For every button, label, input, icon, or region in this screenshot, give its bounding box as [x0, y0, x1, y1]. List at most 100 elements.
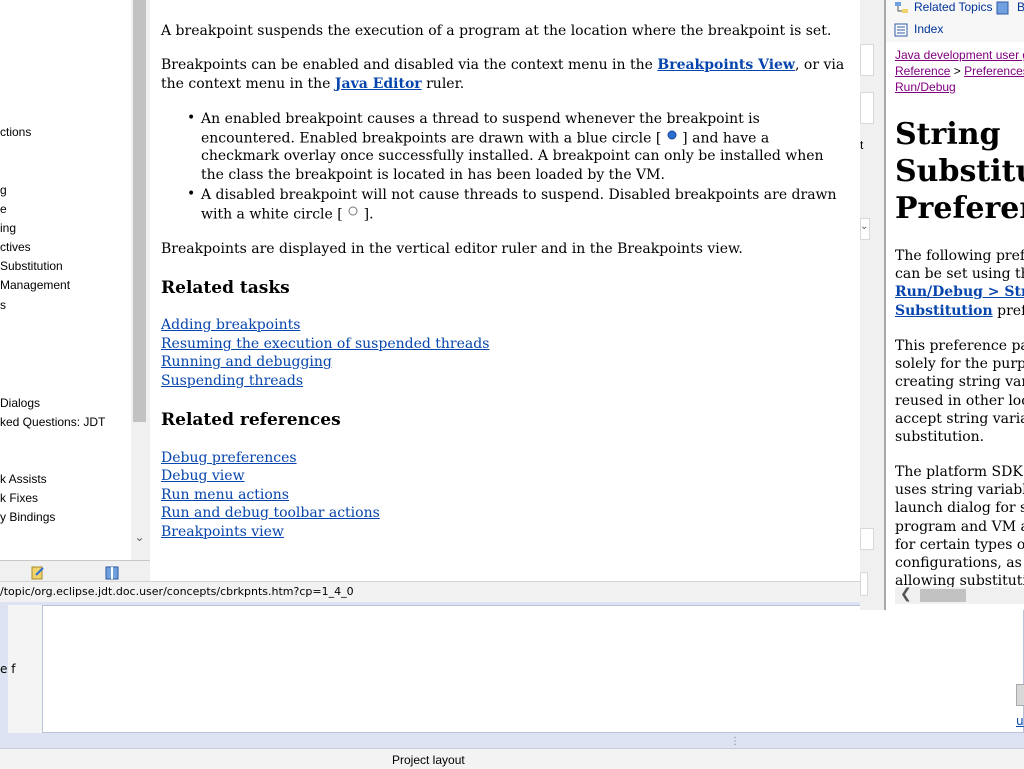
background-dialog-fragment: t ⌄ [860, 0, 884, 610]
text-line: can be set using the [895, 266, 1024, 283]
link-with-contents-icon[interactable] [30, 565, 46, 581]
breadcrumb-item[interactable]: Reference [895, 64, 950, 78]
string-substitution-link[interactable]: Substitution [895, 303, 993, 319]
bookmarks-tab[interactable]: B [1017, 0, 1024, 14]
related-topics-icon [894, 0, 910, 19]
text-line: accept string variabl [895, 410, 1024, 427]
bullet-marker: • [187, 186, 196, 202]
breadcrumb-separator: > [950, 64, 965, 78]
related-tasks-heading: Related tasks [161, 278, 290, 298]
background-field [860, 44, 874, 76]
disabled-breakpoint-item: A disabled breakpoint will not cause thr… [201, 186, 846, 223]
breadcrumb-item[interactable]: Run/Debug [895, 80, 956, 94]
text-line: creating string varia [895, 374, 1024, 391]
related-pane-hscrollbar-thumb[interactable] [920, 589, 966, 602]
toc-item[interactable]: ing [0, 221, 16, 235]
related-task-link[interactable]: Adding breakpoints [161, 317, 300, 333]
related-task-link[interactable]: Resuming the execution of suspended thre… [161, 336, 489, 352]
breadcrumb-item[interactable]: Preferences [964, 64, 1024, 78]
related-paragraph-2: This preference page solely for the purp… [895, 337, 1024, 446]
project-layout-label[interactable]: Project layout [392, 753, 465, 767]
paragraph-text: ruler. [421, 76, 465, 92]
related-reference-link[interactable]: Breakpoints view [161, 524, 284, 540]
background-button[interactable] [860, 528, 874, 550]
ruler-paragraph: Breakpoints are displayed in the vertica… [161, 241, 743, 257]
related-page-title: String Substituti Preferenc [895, 116, 1024, 227]
bullet-marker: • [187, 110, 196, 126]
intro-paragraph: A breakpoint suspends the execution of a… [161, 23, 832, 39]
background-dropdown[interactable]: ⌄ [860, 218, 870, 240]
breadcrumb: Java development user g Reference > Pref… [895, 47, 1024, 95]
text-line: uses string variables [895, 482, 1024, 499]
related-reference-link[interactable]: Debug preferences [161, 450, 297, 466]
toc-scrollbar-thumb[interactable] [133, 0, 146, 422]
text-line: configurations, as w [895, 555, 1024, 572]
toc-item[interactable]: ctions [0, 125, 31, 139]
related-reference-link[interactable]: Run and debug toolbar actions [161, 505, 380, 521]
related-reference-link[interactable]: Run menu actions [161, 487, 289, 503]
status-url: /topic/org.eclipse.jdt.doc.user/concepts… [0, 585, 354, 598]
text-line: reused in other locat [895, 392, 1024, 409]
toc-item[interactable]: Management [0, 278, 70, 292]
enabled-breakpoint-item: An enabled breakpoint causes a thread to… [201, 110, 846, 184]
background-button[interactable] [860, 572, 868, 596]
book-icon[interactable] [104, 565, 120, 581]
text-line: substitution. [895, 429, 985, 446]
related-reference-link[interactable]: Debug view [161, 468, 245, 484]
toc-item[interactable]: y Bindings [0, 510, 55, 524]
enable-disable-paragraph: Breakpoints can be enabled and disabled … [161, 56, 851, 94]
index-tab[interactable]: Index [914, 22, 943, 36]
text-line: program and VM arg [895, 518, 1024, 535]
breadcrumb-item[interactable]: Java development user g [895, 48, 1024, 62]
related-topics-tab[interactable]: Related Topics [914, 0, 993, 14]
toc-item[interactable]: g [0, 183, 7, 197]
related-task-link[interactable]: Suspending threads [161, 373, 303, 389]
related-paragraph-3: The platform SDK f uses string variables… [895, 463, 1024, 590]
bookmarks-icon [996, 0, 1010, 19]
text-line: The following prefe [895, 248, 1024, 264]
title-line: Substituti [895, 154, 1024, 189]
breakpoints-view-link[interactable]: Breakpoints View [657, 57, 795, 73]
background-right-button[interactable] [1016, 684, 1024, 706]
status-bar: /topic/org.eclipse.jdt.doc.user/concepts… [0, 581, 860, 602]
related-topics-toolbar: Related Topics B Index [886, 0, 1024, 42]
toc-item[interactable]: ctives [0, 240, 31, 254]
toc-item[interactable]: ked Questions: JDT [0, 415, 105, 429]
background-left-text: e f [0, 662, 16, 676]
disabled-breakpoint-icon [347, 205, 359, 224]
toc-item[interactable]: s [0, 298, 6, 312]
text-line: prefere [997, 302, 1024, 319]
help-toc-pane: ctions g e ing ctives Substitution Manag… [0, 0, 146, 560]
help-content: A breakpoint suspends the execution of a… [150, 0, 860, 581]
java-editor-link[interactable]: Java Editor [335, 76, 422, 92]
toc-item[interactable]: Dialogs [0, 396, 40, 410]
background-editor-area[interactable] [42, 605, 1024, 733]
chevron-down-icon[interactable]: ⌄ [131, 530, 148, 544]
background-right-link[interactable]: u [1016, 714, 1024, 728]
background-bottom-panel [0, 748, 1024, 769]
paragraph-text: Breakpoints can be enabled and disabled … [161, 57, 658, 73]
index-icon [894, 22, 908, 41]
toc-item[interactable]: k Assists [0, 472, 47, 486]
text-line: launch dialog for set [895, 500, 1024, 517]
item-text: A disabled breakpoint will not cause thr… [201, 187, 837, 222]
string-substitution-link[interactable]: Run/Debug > Strin [895, 284, 1024, 300]
toc-item[interactable]: e [0, 202, 7, 216]
text-line: for certain types of l [895, 536, 1024, 553]
text-line: This preference page [895, 338, 1024, 354]
title-line: Preferenc [895, 191, 1024, 226]
text-line: solely for the purpos [895, 356, 1024, 373]
toc-item[interactable]: k Fixes [0, 491, 38, 505]
chevron-left-icon[interactable]: ❮ [900, 586, 912, 602]
background-text: t [860, 138, 864, 152]
related-references-heading: Related references [161, 410, 341, 430]
toc-item[interactable]: Substitution [0, 259, 63, 273]
text-line: The platform SDK f [895, 464, 1024, 480]
chevron-down-icon: ⌄ [860, 221, 869, 232]
item-text: ]. [359, 205, 374, 222]
related-task-link[interactable]: Running and debugging [161, 354, 332, 370]
enabled-breakpoint-icon [666, 129, 678, 148]
resize-grip-icon[interactable]: ⋮ [730, 737, 740, 754]
background-field [860, 92, 874, 124]
title-line: String [895, 117, 1001, 152]
